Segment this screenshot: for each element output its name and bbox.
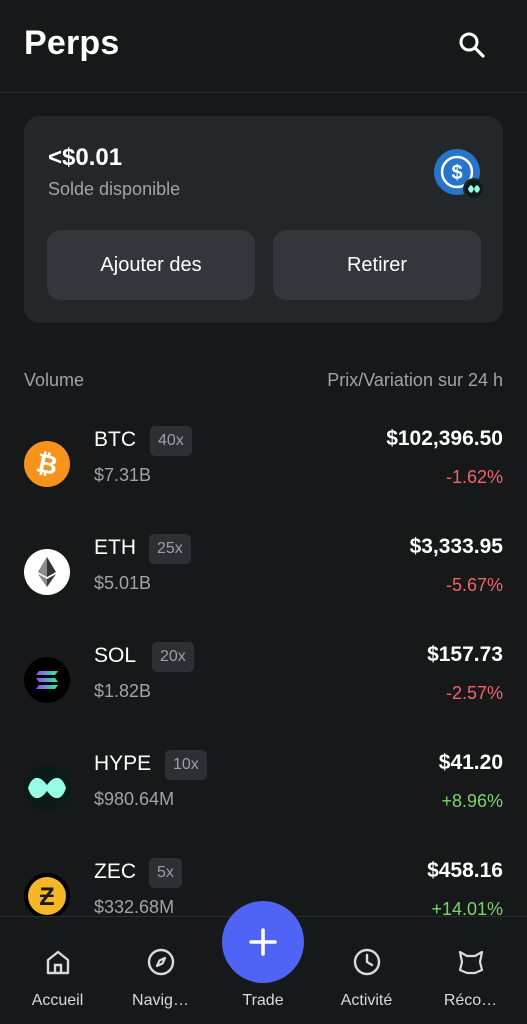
market-change: -1.62% bbox=[445, 467, 503, 487]
market-row-btc[interactable]: ₿ BTC 40x $7.31B $102,396.50 -1.62% bbox=[0, 421, 527, 529]
market-row-eth[interactable]: ETH 25x $5.01B $3,333.95 -5.67% bbox=[0, 529, 527, 637]
zcash-icon: Ƶ bbox=[24, 873, 70, 916]
volume-column-header: Volume bbox=[24, 370, 85, 390]
leverage-badge: 25x bbox=[149, 534, 191, 564]
nav-home[interactable]: Accueil bbox=[5, 917, 110, 1024]
withdraw-button[interactable]: Retirer bbox=[273, 230, 481, 300]
clock-icon bbox=[353, 948, 380, 976]
market-symbol: ETH bbox=[94, 536, 136, 559]
ethereum-icon bbox=[24, 549, 70, 595]
compass-icon bbox=[147, 948, 174, 976]
price-column-header: Prix/Variation sur 24 h bbox=[327, 370, 503, 390]
balance-card: <$0.01 Solde disponible $ Ajouter des Re… bbox=[24, 116, 503, 323]
market-change: +14.01% bbox=[431, 899, 503, 916]
fox-mask-icon bbox=[458, 950, 483, 975]
market-volume: $5.01B bbox=[94, 573, 152, 593]
market-volume: $1.82B bbox=[94, 681, 152, 701]
scroll-area[interactable]: Perps <$0.01 Solde disponible $ Ajouter … bbox=[0, 0, 527, 916]
svg-text:$: $ bbox=[451, 162, 462, 184]
market-row-hype[interactable]: HYPE 10x $980.64M $41.20 +8.96% bbox=[0, 745, 527, 853]
bitcoin-icon: ₿ bbox=[24, 441, 70, 487]
market-change: +8.96% bbox=[441, 791, 503, 811]
trade-label: Trade bbox=[242, 992, 284, 1009]
hyperliquid-icon bbox=[24, 765, 70, 811]
search-button[interactable] bbox=[452, 25, 492, 65]
usdc-token-icon: $ bbox=[434, 149, 485, 200]
market-price: $3,333.95 bbox=[409, 535, 503, 558]
page-title: Perps bbox=[24, 24, 120, 62]
market-change: -2.57% bbox=[445, 683, 503, 703]
leverage-badge: 10x bbox=[165, 750, 207, 780]
home-icon bbox=[46, 950, 69, 975]
market-price: $157.73 bbox=[427, 643, 503, 666]
market-symbol: ZEC bbox=[94, 860, 136, 883]
market-price: $41.20 bbox=[438, 751, 503, 774]
market-price: $102,396.50 bbox=[386, 427, 503, 450]
market-symbol: HYPE bbox=[94, 752, 152, 775]
svg-text:Ƶ: Ƶ bbox=[39, 883, 54, 911]
balance-label: Solde disponible bbox=[48, 179, 181, 199]
nav-home-label: Accueil bbox=[31, 992, 84, 1009]
balance-amount: <$0.01 bbox=[48, 144, 123, 171]
market-price: $458.16 bbox=[427, 859, 503, 882]
plus-icon bbox=[249, 928, 277, 956]
trade-button[interactable] bbox=[222, 901, 304, 983]
market-volume: $980.64M bbox=[94, 789, 175, 809]
nav-activity-label: Activité bbox=[340, 992, 393, 1009]
market-row-sol[interactable]: SOL 20x $1.82B $157.73 -2.57% bbox=[0, 637, 527, 745]
solana-icon bbox=[24, 657, 70, 703]
nav-rewards[interactable]: Réco… bbox=[418, 917, 523, 1024]
perps-screen: Perps <$0.01 Solde disponible $ Ajouter … bbox=[0, 0, 527, 1024]
nav-activity[interactable]: Activité bbox=[314, 917, 419, 1024]
nav-rewards-label: Réco… bbox=[443, 992, 498, 1009]
leverage-badge: 5x bbox=[149, 858, 182, 888]
market-symbol: SOL bbox=[94, 644, 137, 667]
market-volume: $7.31B bbox=[94, 465, 152, 485]
search-icon bbox=[459, 32, 485, 58]
market-symbol: BTC bbox=[94, 428, 136, 451]
add-funds-button[interactable]: Ajouter des bbox=[47, 230, 255, 300]
market-change: -5.67% bbox=[445, 575, 503, 595]
leverage-badge: 40x bbox=[150, 426, 192, 456]
market-volume: $332.68M bbox=[94, 897, 175, 916]
leverage-badge: 20x bbox=[152, 642, 194, 672]
nav-explore-label: Navig… bbox=[132, 992, 189, 1009]
nav-explore[interactable]: Navig… bbox=[108, 917, 213, 1024]
header: Perps bbox=[0, 0, 527, 93]
